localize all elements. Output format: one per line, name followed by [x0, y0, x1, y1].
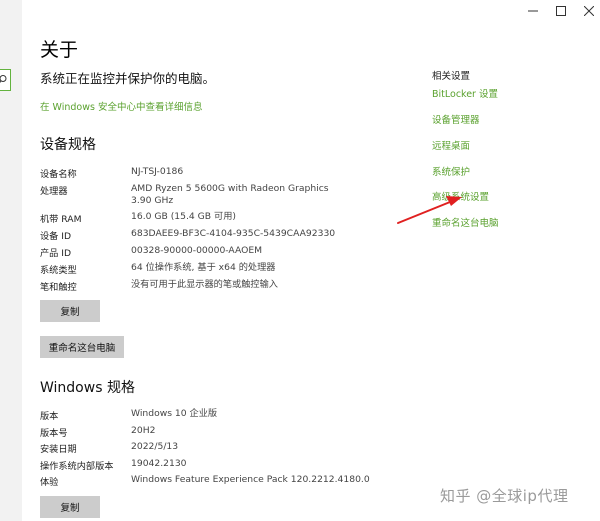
close-button[interactable]: [574, 2, 600, 20]
win-value-os-build: 19042.2130: [131, 458, 187, 469]
bitlocker-settings-link[interactable]: BitLocker 设置: [432, 86, 498, 100]
spec-label-product-id: 产品 ID: [40, 248, 72, 259]
win-label-experience: 体验: [40, 477, 59, 488]
spec-label-system-type: 系统类型: [40, 265, 77, 276]
device-manager-link[interactable]: 设备管理器: [432, 112, 480, 126]
spec-label-device-name: 设备名称: [40, 169, 77, 180]
rename-pc-button[interactable]: 重命名这台电脑: [40, 336, 124, 358]
win-label-install-date: 安装日期: [40, 444, 77, 455]
remote-desktop-link[interactable]: 远程桌面: [432, 138, 470, 152]
spec-value-processor-speed: 3.90 GHz: [131, 195, 174, 206]
win-value-edition: Windows 10 企业版: [131, 408, 218, 419]
copy-device-specs-button[interactable]: 复制: [40, 300, 100, 322]
protection-status-text: 系统正在监控并保护你的电脑。: [40, 71, 216, 86]
annotation-arrow-icon: [397, 196, 462, 224]
spec-value-product-id: 00328-90000-00000-AAOEM: [131, 245, 263, 256]
spec-label-pen-touch: 笔和触控: [40, 282, 77, 293]
spec-value-pen-touch: 没有可用于此显示器的笔或触控输入: [131, 279, 278, 290]
related-settings-title: 相关设置: [432, 71, 471, 82]
search-icon: [0, 75, 7, 84]
win-value-install-date: 2022/5/13: [131, 441, 179, 452]
spec-label-device-id: 设备 ID: [40, 231, 72, 242]
spec-value-device-id: 683DAEE9-BF3C-4104-935C-5439CAA92330: [131, 228, 336, 239]
win-label-os-build: 操作系统内部版本: [40, 461, 114, 472]
spec-value-processor: AMD Ryzen 5 5600G with Radeon Graphics: [131, 183, 329, 194]
spec-label-processor: 处理器: [40, 186, 68, 197]
spec-value-ram: 16.0 GB (15.4 GB 可用): [131, 211, 236, 222]
system-protection-link[interactable]: 系统保护: [432, 164, 470, 178]
security-center-link[interactable]: 在 Windows 安全中心中查看详细信息: [40, 99, 202, 113]
spec-label-ram: 机带 RAM: [40, 214, 82, 225]
spec-value-system-type: 64 位操作系统, 基于 x64 的处理器: [131, 262, 276, 273]
minimize-button[interactable]: [518, 2, 548, 20]
maximize-button[interactable]: [546, 2, 576, 20]
close-icon: [584, 6, 594, 16]
watermark: 知乎 @全球ip代理: [440, 487, 569, 505]
win-value-experience: Windows Feature Experience Pack 120.2212…: [131, 474, 370, 485]
device-specs-title: 设备规格: [40, 137, 96, 153]
sidebar-search-box[interactable]: [0, 69, 11, 91]
maximize-icon: [556, 6, 566, 16]
minimize-icon: [528, 10, 538, 12]
copy-windows-specs-button[interactable]: 复制: [40, 496, 100, 518]
windows-specs-title: Windows 规格: [40, 380, 135, 396]
spec-value-device-name: NJ-TSJ-0186: [131, 166, 184, 177]
win-label-edition: 版本: [40, 411, 59, 422]
win-label-version: 版本号: [40, 428, 68, 439]
win-value-version: 20H2: [131, 425, 156, 436]
page-title: 关于: [40, 39, 79, 61]
